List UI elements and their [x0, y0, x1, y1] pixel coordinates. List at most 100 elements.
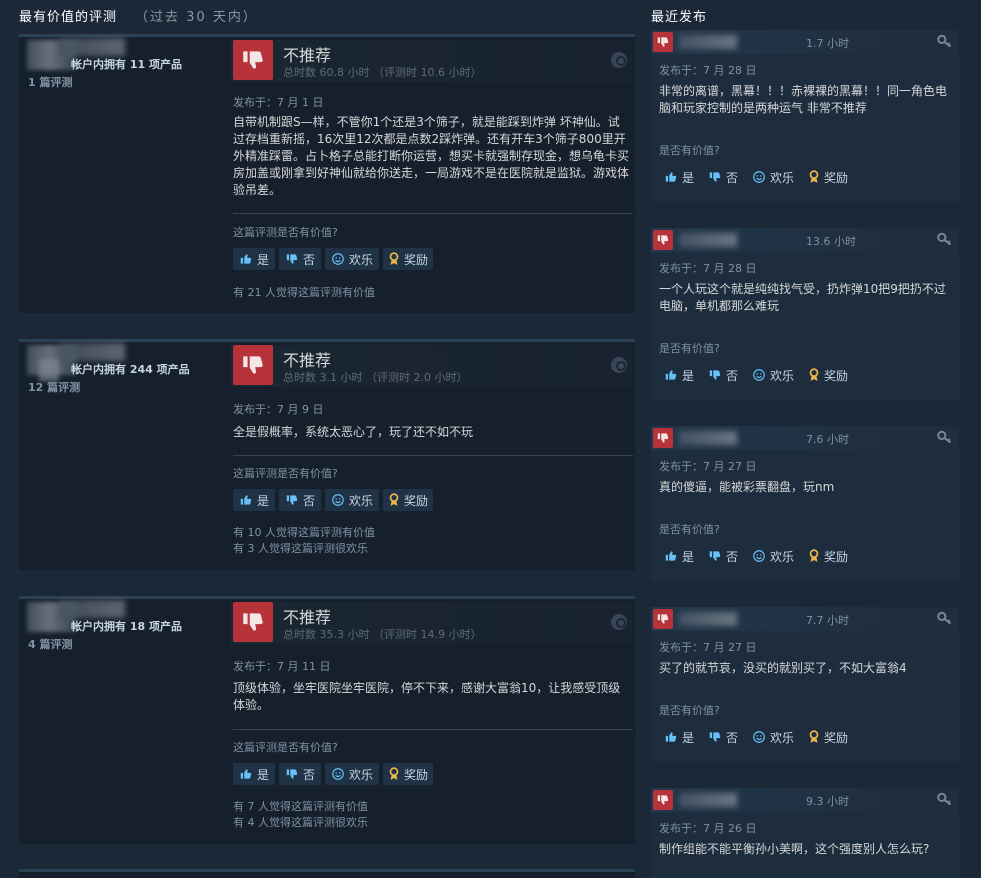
reviewer-name[interactable]: [59, 38, 125, 56]
reviewer-name[interactable]: [679, 35, 737, 49]
thumbs-down-icon: [709, 551, 721, 561]
award-button[interactable]: 奖励: [383, 763, 434, 785]
posted-date: 发布于：7 月 9 日: [233, 403, 324, 416]
thumbs-down-icon: [709, 732, 721, 742]
yes-button[interactable]: 是: [659, 166, 699, 188]
award-button[interactable]: 奖励: [383, 248, 434, 270]
playtime: 7.6 小时: [806, 433, 849, 446]
review-count[interactable]: 12 篇评测: [28, 379, 80, 395]
award-button[interactable]: 奖励: [803, 166, 853, 188]
funny-button[interactable]: 欢乐: [325, 763, 380, 785]
review-content: 制作组能不能平衡孙小美啊，这个强度别人怎么玩?: [659, 842, 930, 856]
recent-review-header[interactable]: 7.7 小时: [651, 607, 959, 631]
yes-button[interactable]: 是: [233, 489, 276, 511]
award-icon: [389, 767, 399, 780]
posted-date: 发布于：7 月 27 日: [659, 460, 757, 473]
recent-review-card: 1.7 小时 发布于：7 月 28 日 非常的离谱，黑幕！！！赤裸裸的黑幕！！同…: [651, 30, 959, 202]
award-icon: [809, 549, 819, 562]
divider: [233, 729, 633, 730]
no-label: 否: [726, 549, 739, 564]
recent-review-header[interactable]: 13.6 小时: [651, 228, 959, 252]
thumbs-up-icon: [665, 172, 677, 182]
yes-button[interactable]: 是: [233, 248, 276, 270]
reviewer-name[interactable]: [59, 343, 125, 361]
card-top-border: [19, 596, 635, 599]
yes-button[interactable]: 是: [233, 763, 276, 785]
playtime: 13.6 小时: [806, 235, 856, 248]
vote-buttons: 是 否 欢乐 奖励: [659, 726, 853, 748]
yes-button[interactable]: 是: [659, 545, 699, 567]
funny-label: 欢乐: [770, 730, 795, 745]
award-button[interactable]: 奖励: [803, 545, 853, 567]
review-content: 自带机制跟S—样，不管你1个还是3个筛子，就是能踩到炸弹 坏神仙。试过存档重新摇…: [233, 115, 630, 197]
award-button[interactable]: 奖励: [383, 489, 434, 511]
no-button[interactable]: 否: [703, 545, 743, 567]
award-icon: [389, 252, 399, 265]
most-helpful-header: 最有价值的评测 （过去 30 天内）: [19, 6, 258, 25]
reviewer-name[interactable]: [679, 793, 737, 807]
playtime: 总时数 35.3 小时 （评测时 14.9 小时）: [283, 628, 482, 641]
smiley-icon: [753, 731, 765, 743]
funny-button[interactable]: 欢乐: [325, 248, 380, 270]
top-review-card: 帐户内拥有 18 项产品 4 篇评测 不推荐 总时数 35.3 小时 （评测时 …: [19, 596, 635, 844]
key-icon: [937, 611, 952, 625]
reviewer-name[interactable]: [679, 612, 737, 626]
helpful-question: 是否有价值?: [659, 704, 720, 717]
review-content: 非常的离谱，黑幕！！！赤裸裸的黑幕！！同一角色电脑和玩家控制的是两种运气 非常不…: [659, 84, 948, 115]
playtime: 总时数 3.1 小时 （评测时 2.0 小时）: [283, 371, 468, 384]
vote-header[interactable]: 不推荐 总时数 60.8 小时 （评测时 10.6 小时）: [230, 40, 633, 82]
yes-button[interactable]: 是: [659, 364, 699, 386]
funny-button[interactable]: 欢乐: [325, 489, 380, 511]
vote-header[interactable]: 不推荐 总时数 3.1 小时 （评测时 2.0 小时）: [230, 345, 633, 387]
review-count[interactable]: 1 篇评测: [28, 74, 72, 90]
owned-products[interactable]: 帐户内拥有 11 项产品: [71, 56, 182, 72]
no-label: 否: [303, 767, 316, 782]
funny-button[interactable]: 欢乐: [747, 166, 799, 188]
reviewer-name[interactable]: [59, 600, 125, 618]
review-count[interactable]: 4 篇评测: [28, 636, 72, 652]
recent-review-card: 7.6 小时 发布于：7 月 27 日 真的傻逼，能被彩票翻盘，玩nm 是否有价…: [651, 426, 959, 581]
funny-label: 欢乐: [349, 767, 374, 782]
verdict-label: 不推荐: [283, 608, 332, 627]
thumbs-down-icon: [233, 602, 273, 642]
yes-label: 是: [682, 368, 695, 383]
no-button[interactable]: 否: [279, 248, 322, 270]
reviewer-name[interactable]: [679, 233, 737, 247]
divider: [233, 213, 633, 214]
recent-review-header[interactable]: 7.6 小时: [651, 426, 959, 450]
top-review-card: 帐户内拥有 11 项产品 1 篇评测 不推荐 总时数 60.8 小时 （评测时 …: [19, 34, 635, 313]
award-label: 奖励: [824, 368, 849, 383]
no-button[interactable]: 否: [703, 166, 743, 188]
top-review-card: 帐户内拥有 244 项产品 12 篇评测 不推荐 总时数 3.1 小时 （评测时…: [19, 339, 635, 570]
award-label: 奖励: [404, 767, 429, 782]
vote-header[interactable]: 不推荐 总时数 35.3 小时 （评测时 14.9 小时）: [230, 602, 633, 644]
card-top-border: [19, 34, 635, 37]
owned-products[interactable]: 帐户内拥有 244 项产品: [71, 361, 190, 377]
funny-label: 欢乐: [770, 170, 795, 185]
funny-button[interactable]: 欢乐: [747, 726, 799, 748]
verdict-label: 不推荐: [283, 46, 332, 65]
award-button[interactable]: 奖励: [803, 364, 853, 386]
smiley-icon: [332, 253, 344, 265]
smiley-icon: [753, 369, 765, 381]
yes-label: 是: [682, 549, 695, 564]
no-button[interactable]: 否: [703, 364, 743, 386]
no-button[interactable]: 否: [279, 489, 322, 511]
card-top-border: [19, 869, 635, 872]
reviewer-name[interactable]: [679, 431, 737, 445]
thumbs-up-icon: [665, 370, 677, 380]
yes-button[interactable]: 是: [659, 726, 699, 748]
funny-button[interactable]: 欢乐: [747, 364, 799, 386]
award-button[interactable]: 奖励: [803, 726, 853, 748]
funny-button[interactable]: 欢乐: [747, 545, 799, 567]
steam-icon: [611, 52, 627, 68]
no-button[interactable]: 否: [279, 763, 322, 785]
recent-review-header[interactable]: 1.7 小时: [651, 30, 959, 54]
vote-buttons: 是 否 欢乐 奖励: [659, 364, 853, 386]
yes-label: 是: [257, 493, 270, 508]
owned-products[interactable]: 帐户内拥有 18 项产品: [71, 618, 182, 634]
review-content: 买了的就节哀，没买的就别买了，不如大富翁4: [659, 661, 907, 675]
no-button[interactable]: 否: [703, 726, 743, 748]
recent-review-header[interactable]: 9.3 小时: [651, 788, 959, 812]
thumbs-down-icon: [286, 769, 298, 779]
